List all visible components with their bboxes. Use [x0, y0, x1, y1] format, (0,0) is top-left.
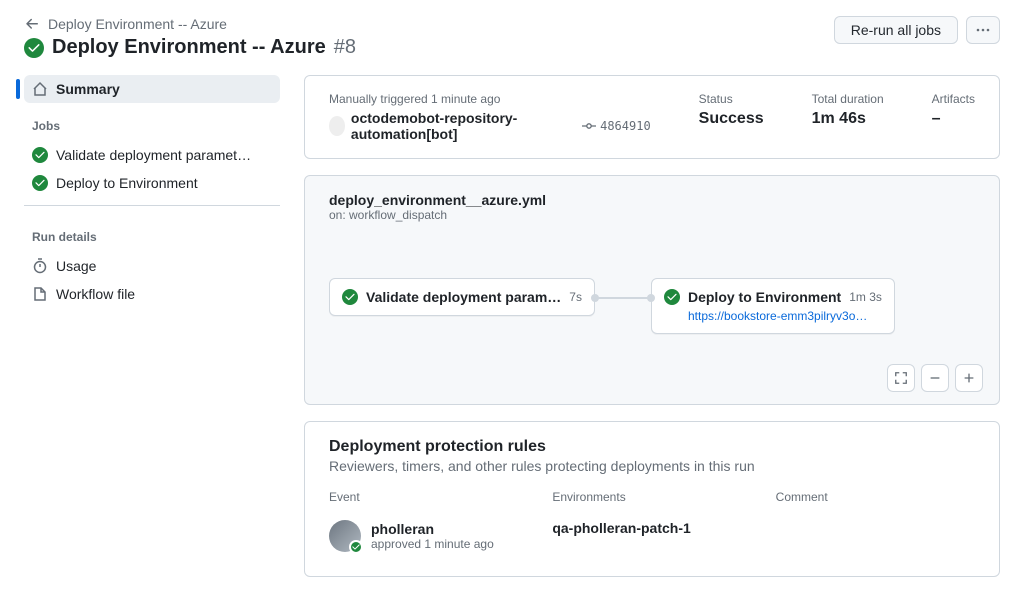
sidebar-jobs-header: Jobs — [24, 103, 280, 141]
sidebar-workflow-file-label: Workflow file — [56, 286, 135, 302]
minus-icon — [928, 371, 942, 385]
kebab-menu-button[interactable] — [966, 16, 1000, 44]
rerun-all-jobs-button[interactable]: Re-run all jobs — [834, 16, 958, 44]
sidebar-job-label: Validate deployment paramet… — [56, 147, 251, 163]
duration-value: 1m 46s — [812, 110, 884, 128]
sidebar-details-header: Run details — [24, 214, 280, 252]
breadcrumb[interactable]: Deploy Environment -- Azure — [24, 16, 356, 32]
actor-name[interactable]: octodemobot-repository-automation[bot] — [351, 110, 568, 142]
check-circle-icon — [664, 289, 680, 305]
zoom-out-button[interactable] — [921, 364, 949, 392]
check-circle-icon — [342, 289, 358, 305]
sidebar-usage-label: Usage — [56, 258, 96, 274]
workflow-graph-card: deploy_environment__azure.yml on: workfl… — [304, 175, 1000, 405]
event-column-header: Event — [329, 490, 528, 504]
trigger-label: Manually triggered 1 minute ago — [329, 92, 651, 106]
kebab-icon — [975, 22, 991, 38]
sidebar-summary-label: Summary — [56, 81, 120, 97]
job-name: Deploy to Environment — [688, 289, 841, 305]
approver-name[interactable]: pholleran — [371, 521, 494, 537]
artifacts-value: – — [932, 110, 975, 128]
sidebar-workflow-file[interactable]: Workflow file — [24, 280, 280, 308]
status-label: Status — [699, 92, 764, 106]
home-icon — [32, 81, 48, 97]
workflow-trigger: on: workflow_dispatch — [329, 208, 975, 222]
commit-sha[interactable]: 4864910 — [582, 119, 651, 133]
artifacts-label: Artifacts — [932, 92, 975, 106]
fullscreen-button[interactable] — [887, 364, 915, 392]
commit-icon — [582, 119, 596, 133]
approver-avatar — [329, 520, 361, 552]
environment-name: qa-pholleran-patch-1 — [552, 520, 751, 536]
check-circle-icon — [24, 38, 44, 58]
job-duration: 1m 3s — [849, 290, 882, 304]
approved-time: approved 1 minute ago — [371, 537, 494, 551]
comment-column-header: Comment — [776, 490, 975, 504]
workflow-filename: deploy_environment__azure.yml — [329, 192, 975, 208]
job-node-deploy[interactable]: Deploy to Environment 1m 3s https://book… — [651, 278, 895, 334]
page-title: Deploy Environment -- Azure — [52, 36, 326, 59]
job-node-validate[interactable]: Validate deployment param… 7s — [329, 278, 595, 316]
sidebar-job-deploy[interactable]: Deploy to Environment — [24, 169, 280, 197]
sidebar: Summary Jobs Validate deployment paramet… — [24, 75, 280, 577]
deployment-url[interactable]: https://bookstore-emm3pilryv3og.azur… — [664, 309, 874, 323]
job-name: Validate deployment param… — [366, 289, 561, 305]
duration-label: Total duration — [812, 92, 884, 106]
protection-rules-card: Deployment protection rules Reviewers, t… — [304, 421, 1000, 577]
breadcrumb-text: Deploy Environment -- Azure — [48, 16, 227, 32]
protection-rules-title: Deployment protection rules — [329, 438, 975, 456]
check-circle-icon — [32, 175, 48, 191]
fullscreen-icon — [894, 371, 908, 385]
sidebar-summary[interactable]: Summary — [24, 75, 280, 103]
environments-column-header: Environments — [552, 490, 751, 504]
sidebar-job-label: Deploy to Environment — [56, 175, 198, 191]
zoom-in-button[interactable] — [955, 364, 983, 392]
graph-connector — [595, 290, 651, 306]
run-number: #8 — [334, 36, 356, 59]
job-duration: 7s — [569, 290, 582, 304]
file-icon — [32, 286, 48, 302]
actor-avatar — [329, 116, 345, 136]
sidebar-job-validate[interactable]: Validate deployment paramet… — [24, 141, 280, 169]
status-value: Success — [699, 110, 764, 128]
check-circle-icon — [32, 147, 48, 163]
sidebar-usage[interactable]: Usage — [24, 252, 280, 280]
plus-icon — [962, 371, 976, 385]
run-summary-card: Manually triggered 1 minute ago octodemo… — [304, 75, 1000, 159]
arrow-left-icon — [24, 16, 40, 32]
protection-rules-subtitle: Reviewers, timers, and other rules prote… — [329, 458, 975, 474]
stopwatch-icon — [32, 258, 48, 274]
